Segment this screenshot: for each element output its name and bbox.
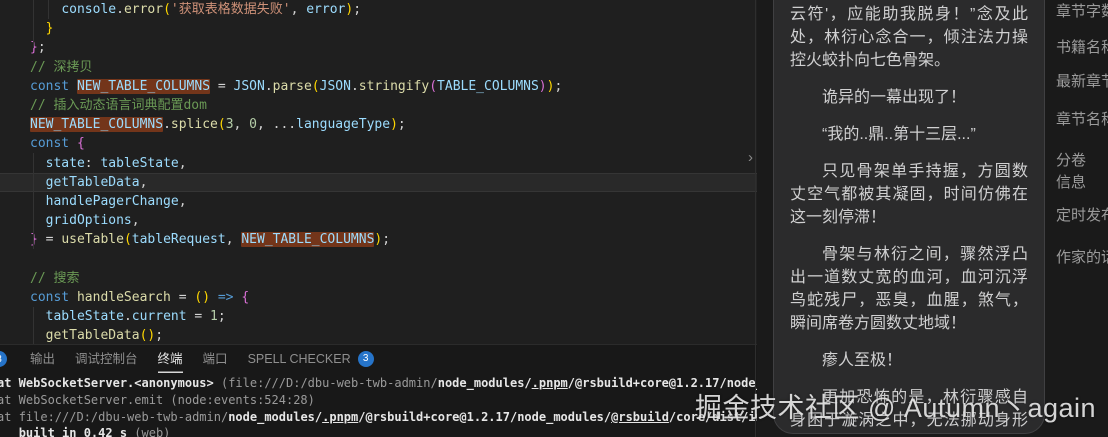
code-line: }; (0, 38, 757, 57)
spell-checker-badge: 3 (358, 351, 374, 367)
highlighted-symbol: NEW_TABLE_COLUMNS (241, 232, 374, 247)
code-line: gridOptions, (0, 211, 757, 230)
panel-tab[interactable]: 终端 (158, 345, 183, 373)
code-line: handlePagerChange, (0, 192, 757, 211)
code-line: state: tableState, (0, 154, 757, 173)
form-label: 最新章节 (1056, 72, 1108, 92)
editor-divider (755, 0, 756, 437)
indent-guide (33, 307, 34, 344)
code-line: tableState.current = 1; (0, 307, 757, 326)
panel-tab-label: SPELL CHECKER (248, 345, 351, 373)
panel-tab[interactable]: SPELL CHECKER 3 (248, 345, 374, 373)
novel-paragraph: 云符'，应能助我脱身！”念及此处，林衍心念合一，倾注法力操控火蛟扑向七色骨架。 (790, 3, 1028, 72)
novel-paragraph: 诡异的一幕出现了！ (790, 86, 1028, 109)
panel-tab-label: 调试控制台 (75, 345, 138, 373)
chevron-right-icon[interactable]: › (748, 150, 753, 165)
terminal-link[interactable]: .pnpm (322, 410, 358, 424)
form-label: 章节名称 (1056, 110, 1108, 130)
code-line: NEW_TABLE_COLUMNS.splice(3, 0, ...langua… (0, 115, 757, 134)
panel-tab-bar: 3 输出调试控制台终端端口 SPELL CHECKER 3 (0, 345, 757, 373)
code-line: } (0, 19, 757, 38)
problems-badge: 3 (0, 351, 7, 367)
form-label: 分卷 信息 (1056, 150, 1108, 194)
novel-paragraph: 瘆人至极！ (790, 349, 1028, 372)
code-line: const NEW_TABLE_COLUMNS = JSON.parse(JSO… (0, 77, 757, 96)
highlighted-symbol: NEW_TABLE_COLUMNS (30, 117, 163, 132)
code-line: // 插入动态语言词典配置dom (0, 96, 757, 115)
form-label: 作家的话 (1056, 248, 1108, 268)
panel-tab-label: 端口 (203, 345, 228, 373)
terminal-line: at WebSocketServer.<anonymous> (file:///… (0, 375, 757, 392)
indent-guide (33, 0, 34, 48)
terminal-line: built in 0.42 s (web) (0, 425, 757, 437)
novel-reader-panel[interactable]: 云符'，应能助我脱身！”念及此处，林衍心念合一，倾注法力操控火蛟扑向七色骨架。诡… (773, 0, 1045, 434)
terminal-link[interactable]: .pnpm (532, 376, 568, 390)
form-label: 章节字数 (1056, 2, 1108, 22)
novel-paragraph: 只见骨架单手持握，方圆数丈空气都被其凝固，时间仿佛在这一刻停滞！ (790, 160, 1028, 229)
terminal-link[interactable]: @rsbuild (611, 410, 669, 424)
terminal-output[interactable]: at WebSocketServer.<anonymous> (file:///… (0, 375, 757, 437)
terminal-line: at file:///D:/dbu-web-twb-admin/node_mod… (0, 409, 757, 426)
code-line: // 深拷贝 (0, 58, 757, 77)
indent-guide (33, 153, 34, 249)
code-line: const handleSearch = () => { (0, 288, 757, 307)
watermark: 掘金技术社区 @ Autumn丶again (695, 386, 1096, 425)
form-label: 书籍名称 (1056, 38, 1108, 58)
panel-tab[interactable]: 调试控制台 (75, 345, 138, 373)
bottom-panel: 3 输出调试控制台终端端口 SPELL CHECKER 3 at WebSocket… (0, 344, 757, 437)
indent-guide (48, 0, 49, 19)
vscode-window: console.error('获取表格数据失败', error); }};// … (0, 0, 1108, 437)
code-line (0, 249, 757, 268)
chapter-form-labels: 章节字数书籍名称最新章节章节名称分卷 信息定时发布作家的话 (1056, 2, 1108, 268)
code-editor[interactable]: console.error('获取表格数据失败', error); }};// … (0, 0, 757, 344)
code-line: } = useTable(tableRequest, NEW_TABLE_COL… (0, 230, 757, 249)
code-line: // 搜索 (0, 269, 757, 288)
reader-pane: 云符'，应能助我脱身！”念及此处，林衍心念合一，倾注法力操控火蛟扑向七色骨架。诡… (757, 0, 1108, 437)
panel-tab-label: 终端 (158, 345, 183, 373)
panel-tab[interactable]: 输出 (30, 345, 55, 373)
code-line: getTableData, (0, 173, 757, 192)
code-line: console.error('获取表格数据失败', error); (0, 0, 757, 19)
code-line: const { (0, 134, 757, 153)
code-line: getTableData(); (0, 326, 757, 344)
novel-paragraph: 骨架与林衍之间，骤然浮凸出一道数丈宽的血河，血河沉浮鸟蛇残尸，恶臭，血腥，煞气，… (790, 243, 1028, 335)
highlighted-symbol: NEW_TABLE_COLUMNS (77, 79, 210, 94)
terminal-line: at WebSocketServer.emit (node:events:524… (0, 392, 757, 409)
novel-paragraph: “我的..鼎..第十三层...” (790, 123, 1028, 146)
form-label: 定时发布 (1056, 206, 1108, 226)
panel-tab-label: 输出 (30, 345, 55, 373)
panel-tab[interactable]: 端口 (203, 345, 228, 373)
